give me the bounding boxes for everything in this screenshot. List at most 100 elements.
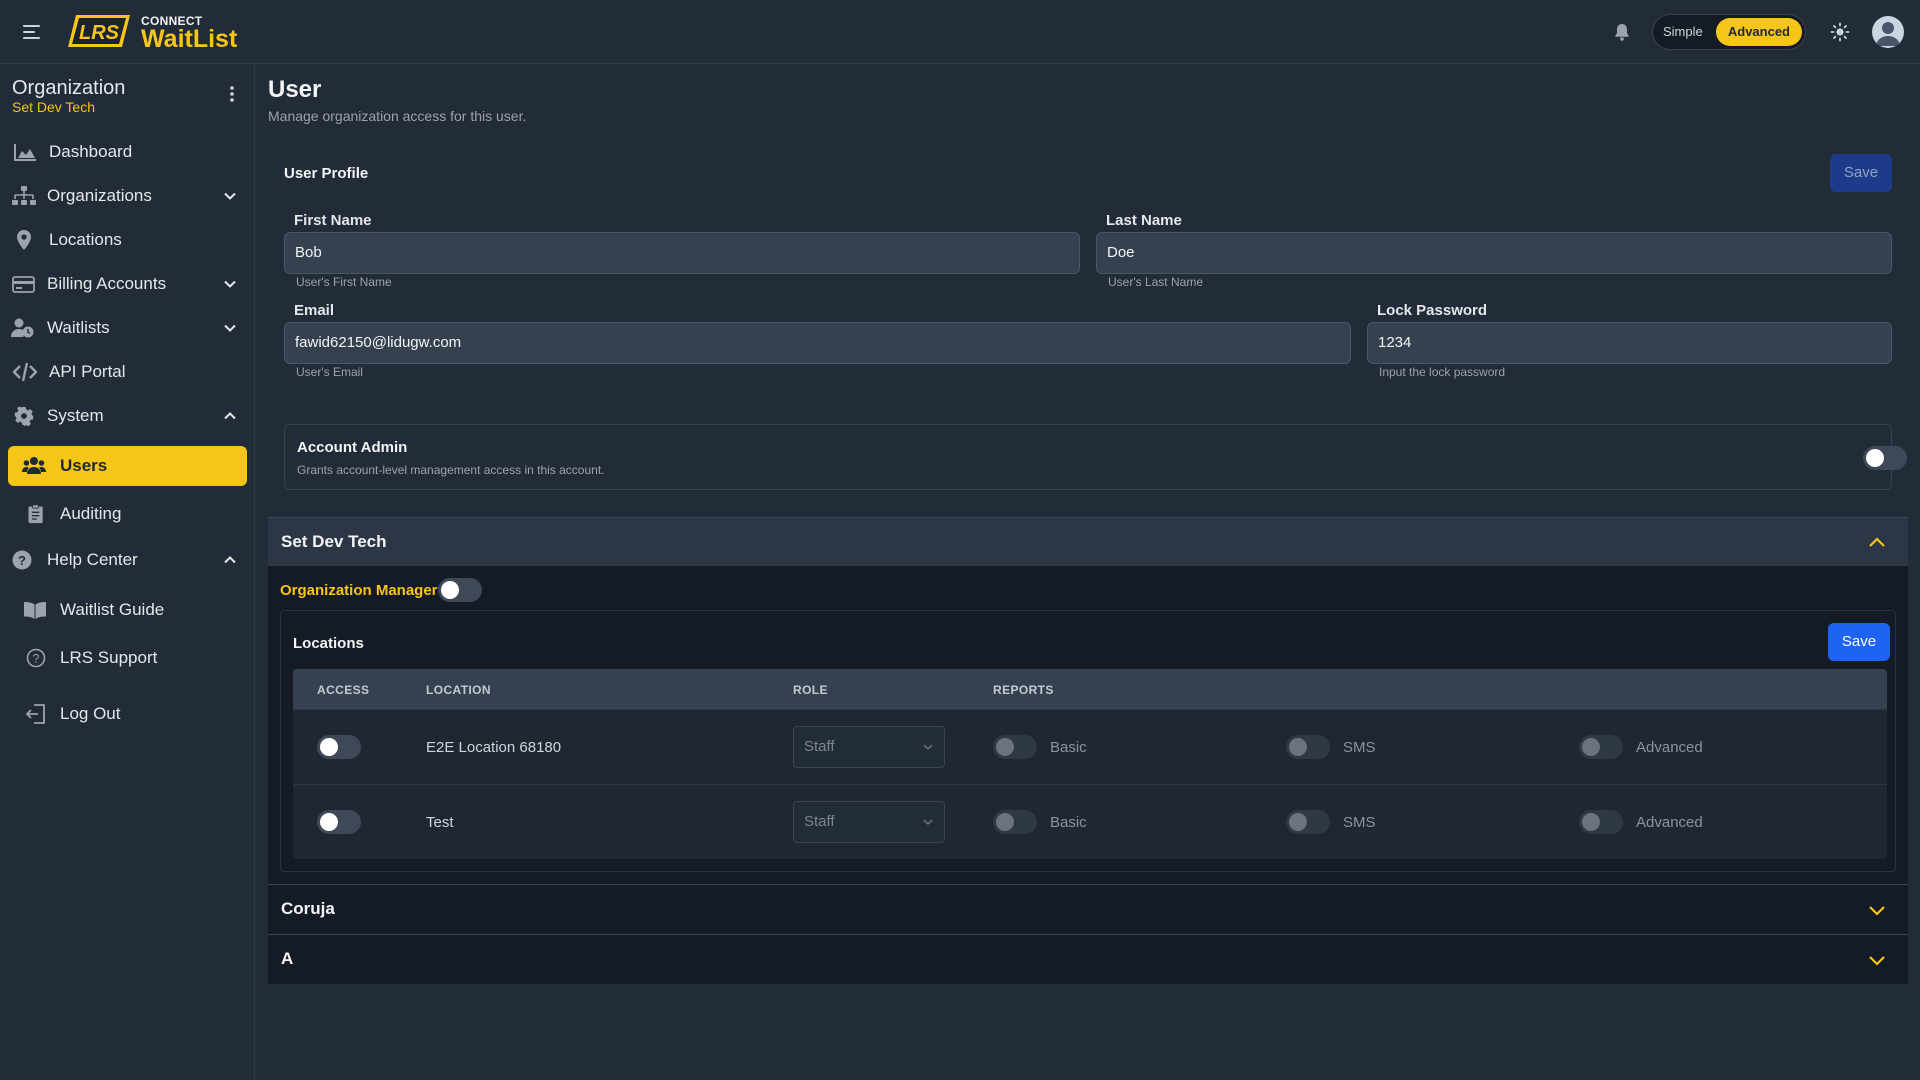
sidebar-item-billing-accounts[interactable]: Billing Accounts (0, 264, 255, 304)
chevron-down-icon (224, 280, 236, 288)
mode-advanced-button[interactable]: Advanced (1715, 18, 1802, 46)
more-vertical-icon[interactable] (224, 84, 240, 104)
sidebar-item-dashboard[interactable]: Dashboard (0, 132, 255, 172)
page-title: User (268, 76, 322, 103)
sidebar-item-organizations[interactable]: Organizations (0, 176, 255, 216)
role-value: Staff (804, 813, 835, 830)
report-advanced-label: Advanced (1636, 739, 1703, 756)
clipboard-icon (28, 504, 43, 524)
svg-text:?: ? (33, 652, 40, 666)
sidebar-item-help-center[interactable]: ? Help Center (0, 540, 255, 580)
code-icon (13, 362, 37, 382)
role-select[interactable]: Staff (793, 801, 945, 843)
first-name-help: User's First Name (296, 275, 392, 289)
sidebar-item-users[interactable]: Users (8, 446, 247, 486)
toggle-knob (441, 581, 459, 599)
role-value: Staff (804, 738, 835, 755)
locations-table: ACCESS LOCATION ROLE REPORTS E2E Locatio… (293, 669, 1887, 859)
book-open-icon (24, 602, 46, 619)
report-advanced-toggle[interactable] (1579, 735, 1623, 759)
location-name: E2E Location 68180 (426, 739, 562, 756)
locations-title: Locations (293, 635, 364, 652)
accordion-title: Coruja (281, 899, 335, 918)
sidebar-item-label: API Portal (49, 362, 126, 381)
locations-panel: Locations Save ACCESS LOCATION ROLE REPO… (280, 610, 1896, 872)
last-name-field[interactable]: Doe (1096, 232, 1892, 274)
report-basic-toggle[interactable] (993, 810, 1037, 834)
first-name-field[interactable]: Bob (284, 232, 1080, 274)
report-sms-label: SMS (1343, 739, 1376, 756)
chevron-down-icon (923, 744, 933, 751)
report-sms-label: SMS (1343, 814, 1376, 831)
sidebar-item-log-out[interactable]: Log Out (0, 694, 255, 734)
email-help: User's Email (296, 365, 363, 379)
email-label: Email (294, 302, 335, 319)
accordion-title: Set Dev Tech (281, 532, 387, 551)
users-icon (22, 457, 46, 474)
credit-card-icon (12, 276, 35, 293)
sidebar-item-locations[interactable]: Locations (0, 220, 255, 260)
svg-text:?: ? (18, 553, 26, 568)
save-profile-button[interactable]: Save (1830, 154, 1892, 192)
org-accordion-coruja[interactable]: Coruja (268, 884, 1908, 934)
map-pin-icon (17, 230, 31, 250)
report-sms-toggle[interactable] (1286, 810, 1330, 834)
location-name: Test (426, 814, 454, 831)
chevron-down-icon (1869, 956, 1885, 966)
toggle-knob (996, 738, 1014, 756)
column-header-location: LOCATION (426, 683, 491, 697)
mode-switch: Simple Advanced (1652, 14, 1806, 50)
access-toggle[interactable] (317, 735, 361, 759)
column-header-role: ROLE (793, 683, 828, 697)
report-sms-toggle[interactable] (1286, 735, 1330, 759)
toggle-knob (1582, 738, 1600, 756)
org-title: Organization (12, 77, 126, 99)
sidebar-item-auditing[interactable]: Auditing (0, 494, 255, 534)
sidebar-item-label: System (47, 406, 104, 425)
toggle-knob (996, 813, 1014, 831)
toggle-knob (1289, 738, 1307, 756)
bell-icon[interactable] (1612, 22, 1632, 42)
sidebar-item-label: Organizations (47, 186, 152, 205)
sidebar-item-label: Users (60, 456, 108, 475)
account-admin-card: Account Admin Grants account-level manag… (284, 424, 1907, 490)
column-header-access: ACCESS (317, 683, 370, 697)
logout-icon (25, 704, 45, 724)
sidebar-item-system[interactable]: System (0, 396, 255, 436)
org-accordion-set-dev-tech[interactable]: Set Dev Tech (268, 517, 1908, 567)
toggle-knob (1866, 449, 1884, 467)
toggle-knob (320, 813, 338, 831)
chevron-down-icon (923, 819, 933, 826)
chevron-down-icon (1869, 906, 1885, 916)
sidebar-item-api-portal[interactable]: API Portal (0, 352, 255, 392)
sidebar-item-waitlist-guide[interactable]: Waitlist Guide (0, 590, 255, 630)
report-basic-toggle[interactable] (993, 735, 1037, 759)
sidebar-item-lrs-support[interactable]: ? LRS Support (0, 638, 255, 678)
sidebar-item-label: Locations (49, 230, 122, 249)
table-header: ACCESS LOCATION ROLE REPORTS (293, 669, 1887, 709)
top-bar: LRS CONNECT WaitList Simple Advanced (0, 0, 1920, 64)
sidebar-item-label: Help Center (47, 550, 138, 569)
avatar[interactable] (1872, 16, 1904, 48)
main-content: User Manage organization access for this… (256, 64, 1920, 1080)
menu-icon[interactable] (22, 22, 42, 42)
email-field[interactable]: fawid62150@lidugw.com (284, 322, 1351, 364)
save-locations-button[interactable]: Save (1828, 623, 1890, 661)
sidebar-item-label: Log Out (60, 704, 121, 723)
sun-icon[interactable] (1830, 22, 1850, 42)
chevron-down-icon (224, 192, 236, 200)
account-admin-toggle[interactable] (1863, 446, 1907, 470)
sidebar-item-waitlists[interactable]: Waitlists (0, 308, 255, 348)
org-manager-toggle[interactable] (438, 578, 482, 602)
user-clock-icon (11, 318, 34, 338)
org-accordion-a[interactable]: A (268, 934, 1908, 984)
org-name: Set Dev Tech (12, 99, 96, 115)
sidebar-item-label: Auditing (60, 504, 122, 523)
question-circle-icon: ? (12, 550, 32, 570)
lock-password-field[interactable]: 1234 (1367, 322, 1892, 364)
report-advanced-toggle[interactable] (1579, 810, 1623, 834)
access-toggle[interactable] (317, 810, 361, 834)
role-select[interactable]: Staff (793, 726, 945, 768)
sidebar-item-label: Dashboard (49, 142, 133, 161)
mode-simple-button[interactable]: Simple (1663, 23, 1703, 41)
